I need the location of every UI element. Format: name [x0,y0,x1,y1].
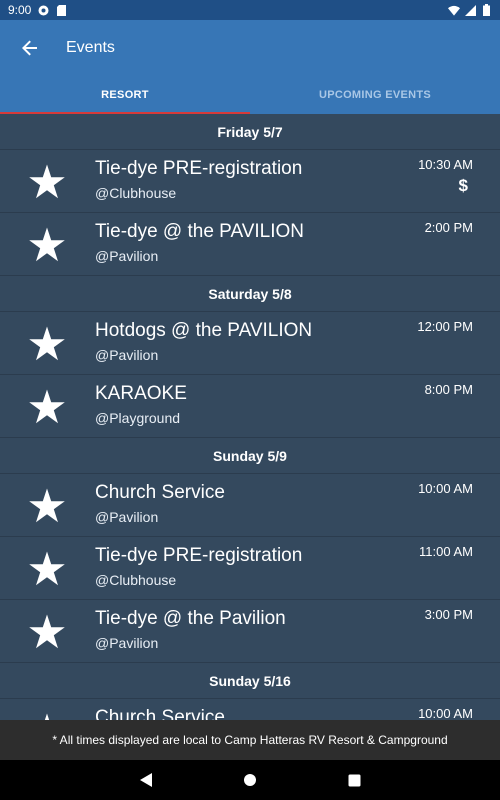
event-title: Tie-dye PRE-registration [95,545,303,566]
tab-upcoming-events[interactable]: UPCOMING EVENTS [250,76,500,114]
event-row[interactable]: Church Service 10:00 AM [0,699,500,720]
day-header: Sunday 5/9 [0,438,500,474]
event-row[interactable]: KARAOKE @Playground 8:00 PM [0,375,500,438]
event-time: 3:00 PM [424,607,473,622]
arrow-left-icon [22,40,37,56]
event-location: @Pavilion [95,347,159,363]
event-row[interactable]: Tie-dye PRE-registration @Clubhouse 11:00 … [0,537,500,600]
event-title: Church Service [95,707,225,720]
event-row[interactable]: Tie-dye @ the Pavilion @Pavilion 3:00 PM [0,600,500,663]
back-button[interactable] [0,20,60,76]
star-icon[interactable] [28,613,66,651]
star-icon[interactable] [28,712,66,720]
timezone-note: * All times displayed are local to Camp … [0,720,500,760]
event-time: 12:00 PM [417,319,473,334]
star-icon[interactable] [28,325,66,363]
status-bar: 9:00 [0,0,500,20]
event-list[interactable]: Friday 5/7 Tie-dye PRE-registration @Clubh… [0,114,500,720]
circle-home-icon [244,774,256,786]
sd-card-icon [55,4,67,16]
event-row[interactable]: Tie-dye PRE-registration @Clubhouse 10:30 … [0,150,500,213]
star-icon[interactable] [28,163,66,201]
event-title: Tie-dye PRE-registration [95,158,303,179]
battery-icon [480,4,492,16]
event-time: 10:00 AM [418,481,473,496]
signal-icon [464,4,476,16]
star-icon[interactable] [28,226,66,264]
event-location: @Playground [95,410,181,426]
event-row[interactable]: Hotdogs @ the PAVILION @Pavilion 12:00 PM [0,312,500,375]
tab-resort[interactable]: RESORT [0,76,250,114]
event-row[interactable]: Tie-dye @ the PAVILION @Pavilion 2:00 PM [0,213,500,276]
triangle-back-icon [140,773,152,787]
event-title: Hotdogs @ the PAVILION [95,320,313,341]
event-time: 10:30 AM [418,157,473,172]
event-location: @Clubhouse [95,185,177,201]
price-indicator: $ [458,176,468,195]
nav-recents-button[interactable] [342,768,366,792]
tab-bar: RESORT UPCOMING EVENTS [0,76,500,114]
day-header: Sunday 5/16 [0,663,500,699]
event-time: 8:00 PM [424,382,473,397]
page-title: Events [66,39,115,56]
event-location: @Pavilion [95,509,159,525]
event-title: KARAOKE [95,383,187,404]
app-notification-icon [37,4,49,16]
star-icon[interactable] [28,550,66,588]
star-icon[interactable] [28,487,66,525]
day-header: Saturday 5/8 [0,276,500,312]
event-location: @Pavilion [95,635,159,651]
event-location: @Clubhouse [95,572,177,588]
event-time: 2:00 PM [424,220,473,235]
square-recents-icon [348,774,360,786]
event-time: 10:00 AM [418,706,473,720]
event-title: Tie-dye @ the Pavilion [95,608,286,629]
event-title: Tie-dye @ the PAVILION [95,221,305,242]
app-bar: Events [0,20,500,76]
event-location: @Pavilion [95,248,159,264]
status-time: 9:00 [8,3,32,17]
day-header: Friday 5/7 [0,114,500,150]
wifi-icon [448,4,460,16]
nav-back-button[interactable] [134,768,158,792]
system-nav-bar [0,760,500,800]
nav-home-button[interactable] [238,768,262,792]
event-title: Church Service [95,482,225,503]
event-time: 11:00 AM [419,544,473,559]
event-row[interactable]: Church Service @Pavilion 10:00 AM [0,474,500,537]
star-icon[interactable] [28,388,66,426]
